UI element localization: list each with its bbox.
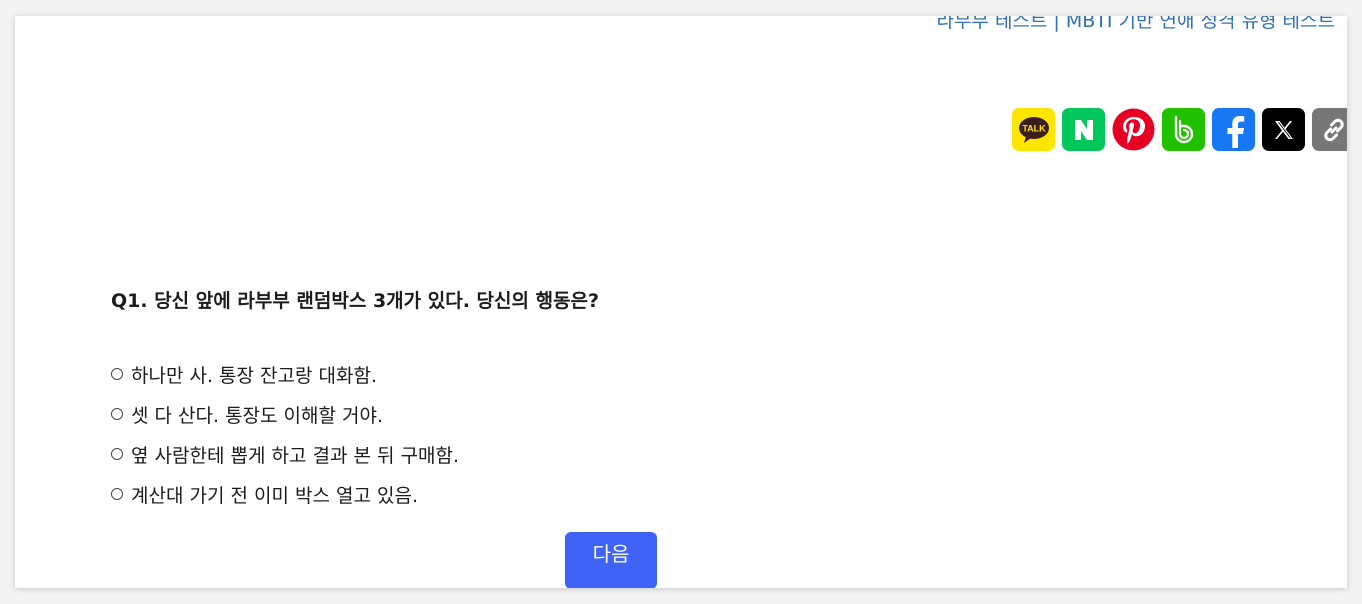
- site-title-link[interactable]: 라부부 테스트 | MBTI 기반 연애 성격 유형 테스트: [936, 16, 1335, 33]
- radio-circle-icon[interactable]: [111, 368, 123, 380]
- question-text: Q1. 당신 앞에 라부부 랜덤박스 3개가 있다. 당신의 행동은?: [111, 290, 600, 312]
- answer-option[interactable]: 하나만 사. 통장 잔고랑 대화함.: [111, 354, 459, 394]
- answer-option-label: 하나만 사. 통장 잔고랑 대화함.: [131, 364, 377, 387]
- share-buttons: TALK: [1012, 108, 1347, 151]
- copy-link-button[interactable]: [1312, 108, 1347, 151]
- link-icon: [1323, 118, 1344, 141]
- answer-option[interactable]: 셋 다 산다. 통장도 이해할 거야.: [111, 394, 459, 434]
- pinterest-icon: [1112, 108, 1155, 151]
- kakaotalk-share-button[interactable]: TALK: [1012, 108, 1055, 151]
- x-logo-icon: [1274, 120, 1293, 139]
- answer-option-label: 셋 다 산다. 통장도 이해할 거야.: [131, 404, 384, 427]
- band-icon: [1174, 115, 1193, 143]
- answer-options: 하나만 사. 통장 잔고랑 대화함. 셋 다 산다. 통장도 이해할 거야. 옆…: [111, 354, 459, 514]
- kakaotalk-icon: TALK: [1018, 116, 1049, 143]
- band-share-button[interactable]: [1162, 108, 1205, 151]
- quiz-card: 라부부 테스트 | MBTI 기반 연애 성격 유형 테스트 TALK Q1. …: [15, 16, 1347, 588]
- facebook-share-button[interactable]: [1212, 108, 1255, 151]
- answer-option[interactable]: 계산대 가기 전 이미 박스 열고 있음.: [111, 474, 459, 514]
- answer-option-label: 계산대 가기 전 이미 박스 열고 있음.: [131, 484, 418, 507]
- answer-option-label: 옆 사람한테 뽑게 하고 결과 본 뒤 구매함.: [131, 444, 459, 467]
- naver-icon: [1074, 119, 1093, 140]
- radio-circle-icon[interactable]: [111, 448, 123, 460]
- svg-text:TALK: TALK: [1022, 123, 1046, 133]
- radio-circle-icon[interactable]: [111, 488, 123, 500]
- radio-circle-icon[interactable]: [111, 408, 123, 420]
- facebook-icon: [1227, 115, 1244, 148]
- naver-share-button[interactable]: [1062, 108, 1105, 151]
- answer-option[interactable]: 옆 사람한테 뽑게 하고 결과 본 뒤 구매함.: [111, 434, 459, 474]
- pinterest-share-button[interactable]: [1112, 108, 1155, 151]
- x-share-button[interactable]: [1262, 108, 1305, 151]
- next-button[interactable]: 다음: [565, 532, 657, 588]
